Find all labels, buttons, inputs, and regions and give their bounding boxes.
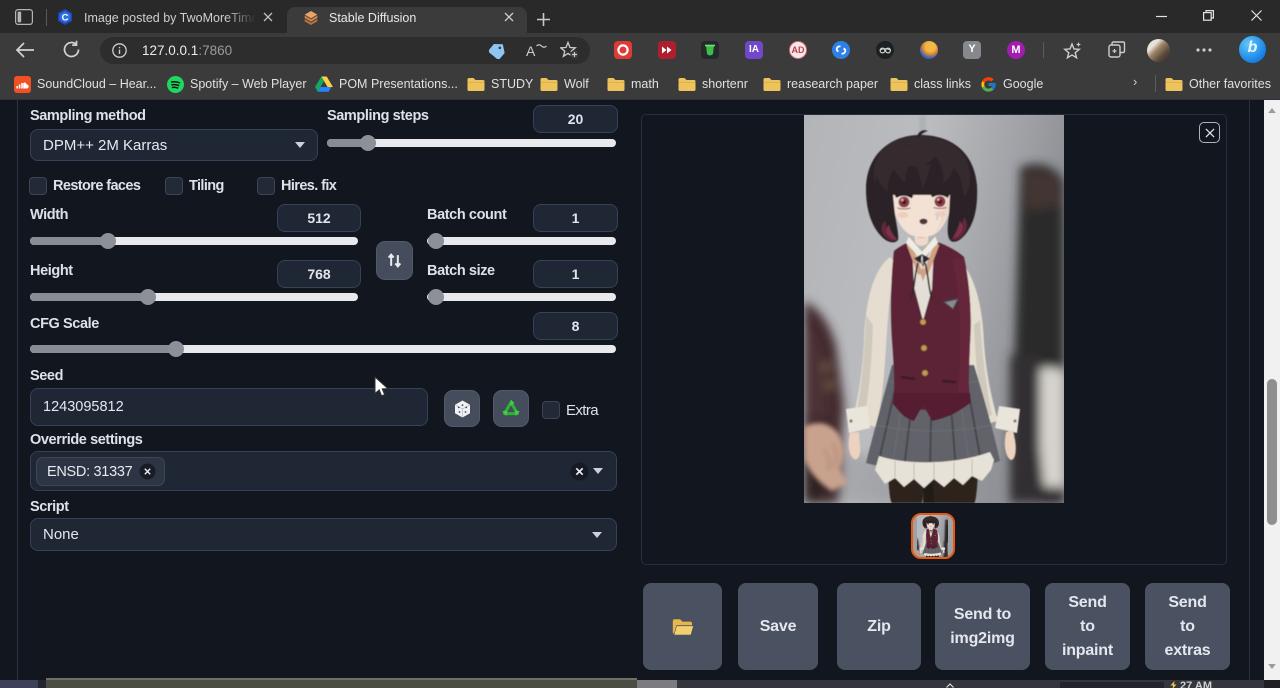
svg-text:C: C bbox=[62, 13, 69, 24]
svg-text:A: A bbox=[526, 43, 536, 58]
